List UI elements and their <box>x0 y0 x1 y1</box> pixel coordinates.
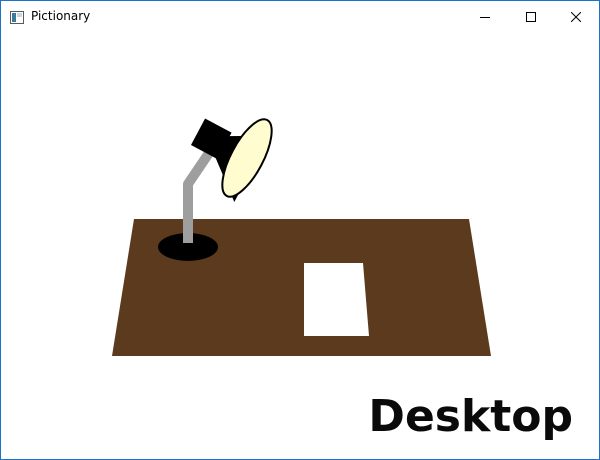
maximize-icon <box>526 7 536 26</box>
maximize-button[interactable] <box>508 1 554 31</box>
answer-word: Desktop <box>368 391 573 442</box>
close-icon <box>570 7 582 26</box>
pictionary-window: Pictionary Desktop <box>0 0 600 460</box>
window-app-icon <box>10 9 24 24</box>
drawing-canvas: Desktop <box>1 31 599 459</box>
window-title: Pictionary <box>31 9 91 23</box>
minimize-icon <box>480 7 490 26</box>
title-bar[interactable]: Pictionary <box>1 1 599 31</box>
close-button[interactable] <box>553 1 599 31</box>
minimize-button[interactable] <box>462 1 508 31</box>
paper-sheet <box>304 263 369 336</box>
